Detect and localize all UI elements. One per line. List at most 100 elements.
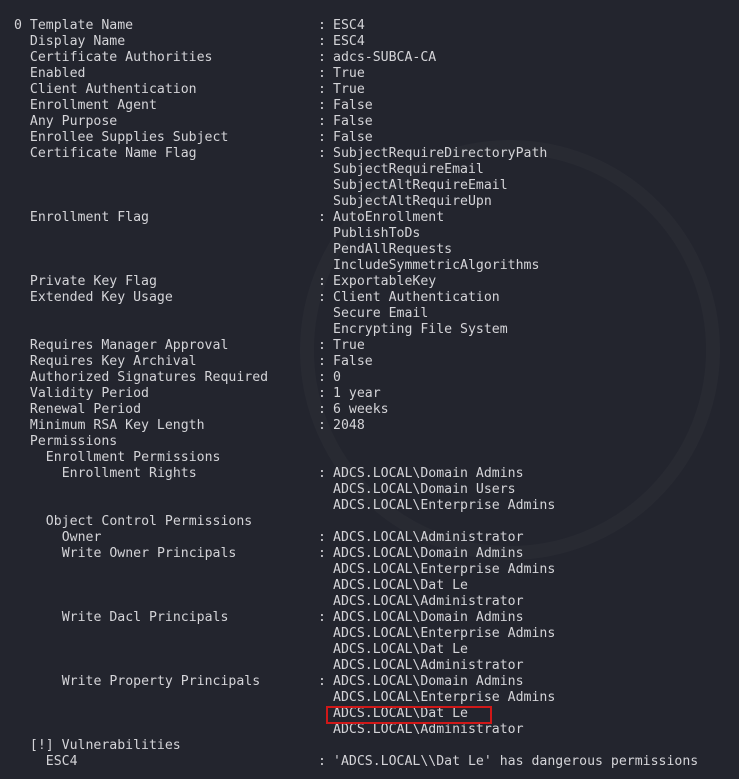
field-separator: : bbox=[318, 338, 326, 353]
field-separator: : bbox=[318, 274, 326, 289]
field-separator: : bbox=[318, 66, 326, 81]
field-separator: : bbox=[318, 130, 326, 145]
output-line: ADCS.LOCAL\Administrator bbox=[0, 658, 739, 674]
field-separator: : bbox=[318, 610, 326, 625]
field-separator: : bbox=[318, 146, 326, 161]
output-line: SubjectAltRequireEmail bbox=[0, 178, 739, 194]
output-line: Enrollment Flag: AutoEnrollment bbox=[0, 210, 739, 226]
output-line: ADCS.LOCAL\Domain Users bbox=[0, 482, 739, 498]
field-separator: : bbox=[318, 386, 326, 401]
field-separator: : bbox=[318, 754, 326, 769]
field-value: False bbox=[333, 130, 373, 145]
output-line: Renewal Period:6 weeks bbox=[0, 402, 739, 418]
output-line: Authorized Signatures Required:0 bbox=[0, 370, 739, 386]
field-value: 6 weeks bbox=[333, 402, 389, 417]
output-line: Enrollment Permissions bbox=[0, 450, 739, 466]
field-value: ADCS.LOCAL\Administrator bbox=[333, 722, 524, 737]
field-value: ADCS.LOCAL\Domain Admins bbox=[333, 674, 524, 689]
field-value: False bbox=[333, 114, 373, 129]
field-label: Owner bbox=[61, 530, 102, 545]
field-value: ADCS.LOCAL\Enterprise Admins bbox=[333, 498, 556, 513]
field-label: Requires Manager Approval bbox=[29, 338, 229, 353]
field-value: 0 bbox=[333, 370, 341, 385]
field-value: 'ADCS.LOCAL\\Dat Le' has dangerous permi… bbox=[333, 754, 699, 769]
output-line: PublishToDs bbox=[0, 226, 739, 242]
field-label: Template Name bbox=[29, 18, 134, 33]
output-line: Owner: ADCS.LOCAL\Administrator bbox=[0, 530, 739, 546]
field-value: Client Authentication bbox=[333, 290, 500, 305]
field-value: False bbox=[333, 354, 373, 369]
output-line: Write Dacl Principals: ADCS.LOCAL\Domain … bbox=[0, 610, 739, 626]
field-value: PublishToDs bbox=[333, 226, 421, 241]
output-line: Enrollee Supplies Subject: False bbox=[0, 130, 739, 146]
output-line: Client Authentication: True bbox=[0, 82, 739, 98]
field-label: Requires Key Archival bbox=[29, 354, 197, 369]
output-line: ESC4: 'ADCS.LOCAL\\Dat Le' has dangerous … bbox=[0, 754, 739, 770]
field-separator: : bbox=[318, 674, 326, 689]
field-label: Enrollment Permissions bbox=[45, 450, 221, 465]
field-label: ESC4 bbox=[45, 754, 78, 769]
field-value: SubjectAltRequireUpn bbox=[333, 194, 492, 209]
field-value: 1 year bbox=[333, 386, 381, 401]
output-line: PendAllRequests bbox=[0, 242, 739, 258]
field-label: Authorized Signatures Required bbox=[29, 370, 269, 385]
field-value: ADCS.LOCAL\Dat Le bbox=[333, 578, 468, 593]
output-line: Write Property Principals: ADCS.LOCAL\Dom… bbox=[0, 674, 739, 690]
field-value: ADCS.LOCAL\Enterprise Admins bbox=[333, 562, 556, 577]
field-value: SubjectRequireEmail bbox=[333, 162, 484, 177]
field-label: Enrollment Agent bbox=[29, 98, 157, 113]
field-label: Write Owner Principals bbox=[61, 546, 237, 561]
index-line: 0 bbox=[0, 2, 739, 33]
output-line: Enrollment Rights: ADCS.LOCAL\Domain Admi… bbox=[0, 466, 739, 482]
field-label: Permissions bbox=[29, 434, 118, 449]
field-label: Enrollment Rights bbox=[61, 466, 197, 481]
field-value: Encrypting File System bbox=[333, 322, 508, 337]
field-separator: : bbox=[318, 354, 326, 369]
field-separator: : bbox=[318, 546, 326, 561]
field-value: ExportableKey bbox=[333, 274, 437, 289]
field-value: ESC4 bbox=[333, 18, 365, 33]
field-value: True bbox=[333, 82, 365, 97]
field-separator: : bbox=[318, 466, 326, 481]
field-value: ADCS.LOCAL\Domain Admins bbox=[333, 546, 524, 561]
field-label: Display Name bbox=[29, 34, 126, 49]
output-line: Any Purpose: False bbox=[0, 114, 739, 130]
field-separator: : bbox=[318, 290, 326, 305]
field-separator: : bbox=[318, 18, 326, 33]
output-line: Permissions bbox=[0, 434, 739, 450]
output-line: Enrollment Agent: False bbox=[0, 98, 739, 114]
field-label: Enabled bbox=[29, 66, 86, 81]
output-line: Requires Manager Approval: True bbox=[0, 338, 739, 354]
field-label: [!] Vulnerabilities bbox=[29, 738, 181, 753]
output-line: Validity Period:1 year bbox=[0, 386, 739, 402]
field-value: ADCS.LOCAL\Administrator bbox=[333, 658, 524, 673]
field-value: SubjectRequireDirectoryPath bbox=[333, 146, 548, 161]
output-line: Display Name: ESC4 bbox=[0, 34, 739, 50]
field-separator: : bbox=[318, 418, 326, 433]
field-label: Extended Key Usage bbox=[29, 290, 173, 305]
field-label: Enrollment Flag bbox=[29, 210, 149, 225]
output-line: Certificate Authorities: adcs-SUBCA-CA bbox=[0, 50, 739, 66]
field-value: ADCS.LOCAL\Domain Users bbox=[333, 482, 516, 497]
field-value: IncludeSymmetricAlgorithms bbox=[333, 258, 540, 273]
field-label: Validity Period bbox=[29, 386, 149, 401]
field-value: Secure Email bbox=[333, 306, 429, 321]
field-label: Minimum RSA Key Length bbox=[29, 418, 205, 433]
output-line: ADCS.LOCAL\Enterprise Admins bbox=[0, 626, 739, 642]
field-separator: : bbox=[318, 530, 326, 545]
output-line: [!] Vulnerabilities bbox=[0, 738, 739, 754]
highlight-box bbox=[326, 706, 492, 724]
output-line: Secure Email bbox=[0, 306, 739, 322]
output-line: ADCS.LOCAL\Enterprise Admins bbox=[0, 690, 739, 706]
field-value: PendAllRequests bbox=[333, 242, 453, 257]
field-separator: : bbox=[318, 98, 326, 113]
output-line: Certificate Name Flag: SubjectRequireDire… bbox=[0, 146, 739, 162]
output-line: ADCS.LOCAL\Administrator bbox=[0, 594, 739, 610]
field-value: True bbox=[333, 66, 365, 81]
field-value: ADCS.LOCAL\Administrator bbox=[333, 594, 524, 609]
field-label: Object Control Permissions bbox=[45, 514, 253, 529]
output-line: SubjectAltRequireUpn bbox=[0, 194, 739, 210]
field-value: ADCS.LOCAL\Dat Le bbox=[333, 642, 468, 657]
field-label: Renewal Period bbox=[29, 402, 142, 417]
field-value: ADCS.LOCAL\Domain Admins bbox=[333, 466, 524, 481]
